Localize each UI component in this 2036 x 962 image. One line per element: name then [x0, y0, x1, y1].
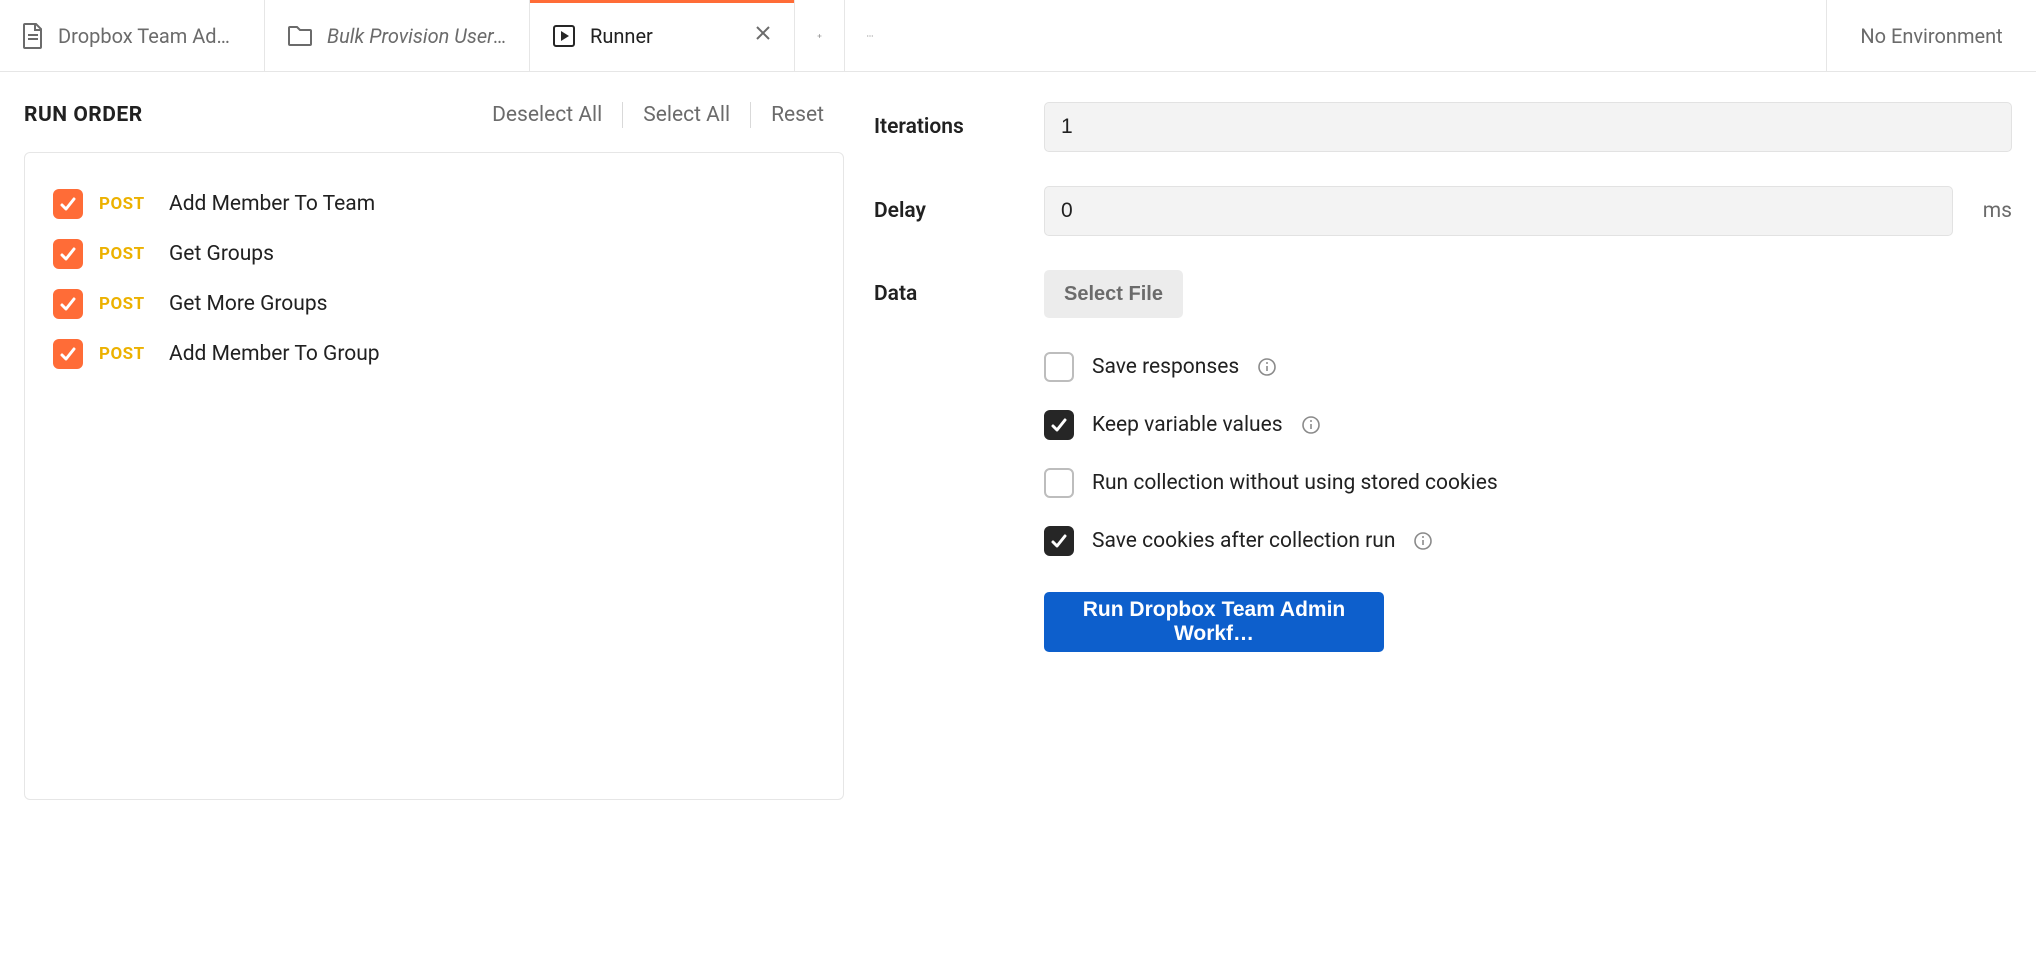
checkbox-unchecked-icon[interactable]	[1044, 352, 1074, 382]
run-collection-button[interactable]: Run Dropbox Team Admin Workf…	[1044, 592, 1384, 652]
checkbox-checked-icon[interactable]	[1044, 526, 1074, 556]
checkbox-unchecked-icon[interactable]	[1044, 468, 1074, 498]
checkbox-checked-icon[interactable]	[1044, 410, 1074, 440]
http-method: POST	[99, 244, 153, 264]
option-label: Keep variable values	[1092, 413, 1283, 437]
option-label: Run collection without using stored cook…	[1092, 471, 1498, 495]
tab-runner[interactable]: Runner	[530, 0, 795, 71]
tab-label: Runner	[590, 24, 740, 48]
close-icon[interactable]	[754, 24, 772, 47]
request-row[interactable]: POST Add Member To Team	[53, 179, 815, 229]
checkbox-checked-icon[interactable]	[53, 239, 83, 269]
environment-selector[interactable]: No Environment	[1826, 0, 2036, 71]
http-method: POST	[99, 344, 153, 364]
run-order-actions: Deselect All Select All Reset	[472, 102, 844, 128]
delay-input[interactable]	[1044, 186, 1953, 236]
option-row[interactable]: Keep variable values	[1044, 410, 2012, 440]
request-name: Get More Groups	[169, 292, 328, 316]
document-icon	[22, 23, 44, 49]
info-icon[interactable]	[1257, 357, 1277, 377]
http-method: POST	[99, 294, 153, 314]
folder-icon	[287, 25, 313, 47]
option-label: Save responses	[1092, 355, 1239, 379]
tab-collection[interactable]: Dropbox Team Admi…	[0, 0, 265, 71]
option-label: Save cookies after collection run	[1092, 529, 1395, 553]
tab-label: Bulk Provision Users …	[327, 24, 507, 48]
request-name: Add Member To Team	[169, 192, 375, 216]
deselect-all-button[interactable]: Deselect All	[472, 103, 622, 127]
checkbox-checked-icon[interactable]	[53, 189, 83, 219]
delay-label: Delay	[874, 199, 1024, 223]
run-order-title: RUN ORDER	[24, 103, 143, 127]
tab-bar: Dropbox Team Admi… Bulk Provision Users …	[0, 0, 2036, 72]
tab-label: Dropbox Team Admi…	[58, 24, 242, 48]
option-row[interactable]: Save cookies after collection run	[1044, 526, 2012, 556]
iterations-input[interactable]	[1044, 102, 2012, 152]
more-tabs-button[interactable]	[845, 0, 895, 71]
request-row[interactable]: POST Get More Groups	[53, 279, 815, 329]
option-row[interactable]: Run collection without using stored cook…	[1044, 468, 2012, 498]
checkbox-checked-icon[interactable]	[53, 289, 83, 319]
data-label: Data	[874, 282, 1024, 306]
request-row[interactable]: POST Get Groups	[53, 229, 815, 279]
option-row[interactable]: Save responses	[1044, 352, 2012, 382]
request-row[interactable]: POST Add Member To Group	[53, 329, 815, 379]
checkbox-checked-icon[interactable]	[53, 339, 83, 369]
info-icon[interactable]	[1301, 415, 1321, 435]
add-tab-button[interactable]	[795, 0, 845, 71]
select-file-button[interactable]: Select File	[1044, 270, 1183, 318]
http-method: POST	[99, 194, 153, 214]
delay-unit: ms	[1983, 199, 2012, 223]
select-all-button[interactable]: Select All	[623, 103, 750, 127]
iterations-label: Iterations	[874, 115, 1024, 139]
tab-folder[interactable]: Bulk Provision Users …	[265, 0, 530, 71]
play-box-icon	[552, 24, 576, 48]
request-name: Add Member To Group	[169, 342, 380, 366]
reset-button[interactable]: Reset	[751, 103, 844, 127]
request-list: POST Add Member To Team POST Get Groups …	[24, 152, 844, 800]
environment-label: No Environment	[1860, 24, 2002, 48]
info-icon[interactable]	[1413, 531, 1433, 551]
request-name: Get Groups	[169, 242, 274, 266]
